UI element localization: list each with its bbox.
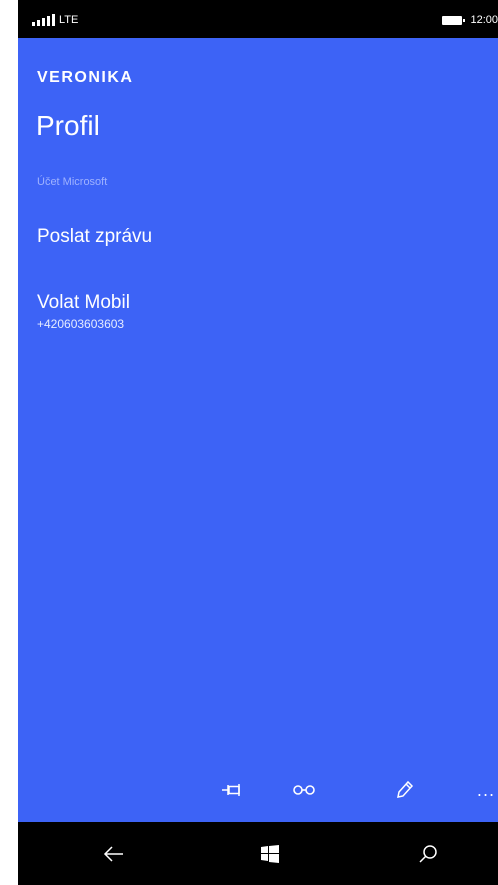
clock: 12:00: [470, 14, 498, 26]
search-button[interactable]: [410, 836, 446, 872]
phone-screen: LTE 12:00 VERONIKA Profil Účet Microsoft…: [18, 0, 498, 885]
signal-icon: [32, 14, 55, 26]
link-button[interactable]: [288, 774, 320, 806]
app-bar: ...: [18, 760, 498, 822]
contact-name: VERONIKA: [37, 69, 134, 86]
call-mobile-label: Volat Mobil: [37, 292, 130, 313]
page-title: Profil: [36, 110, 100, 141]
status-bar: LTE 12:00: [18, 0, 498, 38]
status-right: 12:00: [442, 12, 498, 28]
send-message-action[interactable]: Poslat zprávu: [37, 226, 152, 248]
navigation-bar: [18, 822, 498, 885]
edit-icon: [397, 780, 414, 798]
windows-logo-icon: [261, 845, 279, 863]
pin-icon: [222, 784, 240, 796]
network-type: LTE: [59, 14, 79, 26]
call-mobile-action[interactable]: Volat Mobil +420603603603: [37, 292, 130, 331]
back-arrow-icon: [103, 846, 123, 862]
battery-icon: [442, 15, 466, 25]
send-message-label: Poslat zprávu: [37, 226, 153, 247]
account-label: Účet Microsoft: [37, 176, 108, 188]
search-icon: [419, 845, 437, 863]
edit-button[interactable]: [388, 774, 420, 806]
link-icon: [293, 785, 315, 795]
more-icon: ...: [476, 780, 496, 800]
back-button[interactable]: [96, 836, 132, 872]
phone-number: +420603603603: [37, 317, 125, 331]
start-button[interactable]: [252, 836, 288, 872]
more-button[interactable]: ...: [470, 774, 498, 806]
pin-button[interactable]: [216, 774, 248, 806]
status-left: LTE: [32, 12, 78, 28]
